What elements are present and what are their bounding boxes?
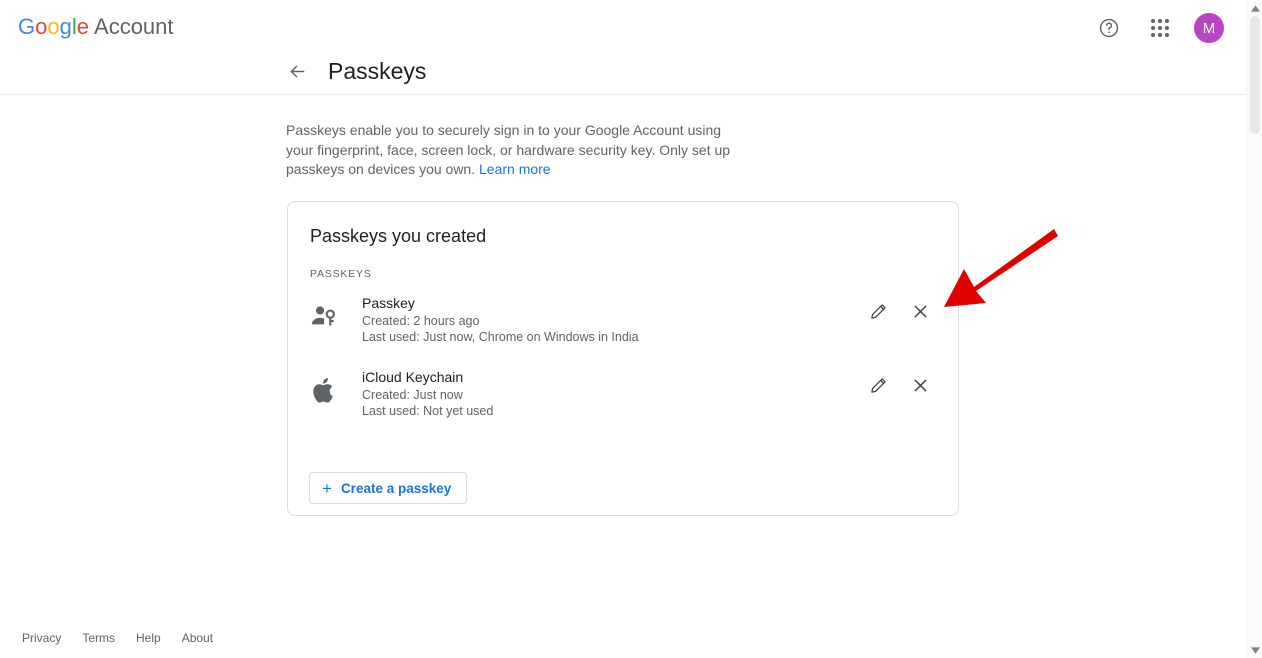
pencil-edit-icon[interactable] [865, 298, 891, 324]
page-title-row: Passkeys [286, 58, 426, 85]
plus-icon: + [322, 478, 332, 498]
passkey-created: Created: Just now [362, 388, 463, 402]
table-row[interactable]: iCloud Keychain Created: Just now Last u… [310, 366, 938, 430]
close-x-icon[interactable] [907, 298, 933, 324]
row-actions [865, 292, 933, 324]
logo-letter-g2: g [59, 14, 72, 39]
scroll-up-arrow-icon[interactable] [1247, 0, 1262, 16]
logo-letter-e: e [76, 14, 90, 39]
learn-more-link[interactable]: Learn more [479, 161, 551, 177]
footer-link-about[interactable]: About [182, 631, 213, 645]
close-x-icon[interactable] [907, 372, 933, 398]
table-row[interactable]: Passkey Created: 2 hours ago Last used: … [310, 292, 938, 356]
create-passkey-label: Create a passkey [340, 480, 452, 496]
row-text: Passkey Created: 2 hours ago Last used: … [362, 292, 865, 345]
scroll-down-arrow-icon[interactable] [1247, 642, 1262, 658]
scrollbar-thumb[interactable] [1250, 16, 1260, 134]
row-text: iCloud Keychain Created: Just now Last u… [362, 366, 865, 419]
header-actions: M [1092, 11, 1224, 45]
passkeys-page: Google Account M Passkeys Passkeys enabl… [0, 0, 1262, 658]
page-description: Passkeys enable you to securely sign in … [286, 121, 738, 180]
apps-grid-icon[interactable] [1143, 11, 1177, 45]
logo-letter-o2: o [47, 14, 60, 39]
passkey-name: iCloud Keychain [362, 369, 464, 385]
vertical-scrollbar[interactable] [1246, 0, 1262, 658]
pencil-edit-icon[interactable] [865, 372, 891, 398]
arrow-back-icon[interactable] [286, 61, 308, 83]
footer-link-terms[interactable]: Terms [82, 631, 115, 645]
google-account-logo: Google Account [18, 14, 174, 40]
passkey-created: Created: 2 hours ago [362, 314, 480, 328]
help-circle-icon[interactable] [1092, 11, 1126, 45]
apple-logo-icon [310, 366, 362, 410]
passkey-name: Passkey [362, 295, 415, 311]
footer-links: Privacy Terms Help About [22, 631, 213, 645]
footer-link-privacy[interactable]: Privacy [22, 631, 61, 645]
passkey-last-used: Last used: Just now, Chrome on Windows i… [362, 330, 639, 344]
passkeys-card: Passkeys you created PASSKEYS Passkey Cr… [287, 201, 959, 516]
card-heading: Passkeys you created [310, 226, 487, 246]
app-header: Google Account M [0, 0, 1246, 95]
section-label-passkeys: PASSKEYS [310, 268, 372, 280]
logo-letter-o1: o [35, 14, 48, 39]
page-title: Passkeys [328, 58, 427, 84]
person-key-icon [310, 292, 362, 336]
passkey-last-used: Last used: Not yet used [362, 404, 494, 418]
create-passkey-button[interactable]: + Create a passkey [309, 472, 468, 504]
logo-letter-g: G [18, 14, 36, 39]
avatar[interactable]: M [1194, 13, 1224, 43]
footer-link-help[interactable]: Help [136, 631, 161, 645]
row-actions [865, 366, 933, 398]
logo-account-word: Account [94, 14, 174, 39]
